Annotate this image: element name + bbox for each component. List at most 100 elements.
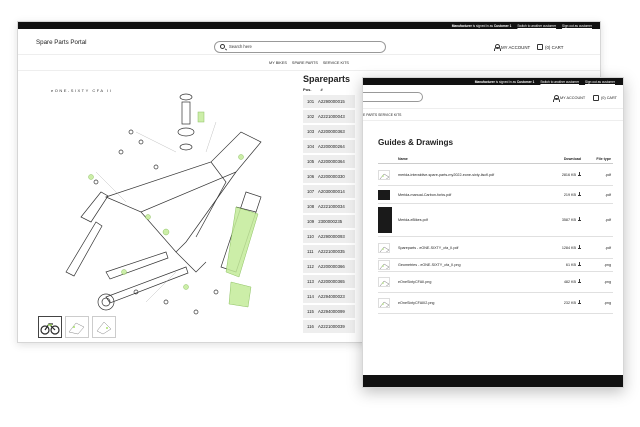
- cart-icon: [593, 95, 599, 101]
- part-position: 109: [307, 219, 315, 224]
- file-name[interactable]: eOneSixtyCFAII.png: [398, 280, 553, 284]
- file-type: .pdf: [604, 218, 611, 222]
- logo[interactable]: Spare Parts Portal: [36, 39, 87, 46]
- table-row[interactable]: 105 A2200000364: [303, 155, 355, 168]
- col-num: #: [320, 87, 323, 92]
- table-row[interactable]: 101 A2290000015: [303, 95, 355, 108]
- table-row[interactable]: 103 A2200000363: [303, 125, 355, 138]
- table-row[interactable]: 106 A2200000330: [303, 170, 355, 183]
- file-row[interactable]: Merida-manual-Carbon-forks.pdf 219 KB .pd…: [378, 186, 613, 204]
- file-type: .pdf: [604, 172, 611, 177]
- nav-spare-parts[interactable]: SPARE PARTS: [292, 61, 318, 65]
- drawing-thumb-icon: [96, 321, 112, 335]
- download-link[interactable]: 61 KB: [553, 262, 585, 267]
- search-input[interactable]: Search here: [214, 41, 386, 53]
- cart-link[interactable]: (0) CART: [537, 44, 563, 50]
- account-label: MY ACCOUNT: [501, 44, 531, 50]
- part-number: A2030000014: [317, 189, 345, 194]
- part-number: A2200000364: [317, 159, 345, 164]
- part-position: 110: [307, 234, 314, 239]
- file-size: 61 KB: [565, 263, 576, 267]
- file-row[interactable]: Merida-eBikes.pdf 3587 KB .pdf: [378, 204, 613, 237]
- part-position: 108: [307, 204, 315, 209]
- table-row[interactable]: 112 A2200000366: [303, 260, 355, 273]
- file-row[interactable]: eOneSixtyCFAIII2.png 232 KB .png: [378, 293, 613, 314]
- signed-in-text: is signed in as: [495, 79, 516, 84]
- table-header: Name Download File type: [378, 155, 613, 164]
- switch-customer-link[interactable]: Switch to another customer: [540, 80, 579, 84]
- file-name[interactable]: Merida-manual-Carbon-forks.pdf: [398, 193, 553, 197]
- main-nav[interactable]: E PARTS SERVICE KITS: [363, 109, 623, 121]
- table-row[interactable]: 104 A2200000264: [303, 140, 355, 153]
- cart-icon: [537, 44, 543, 50]
- part-number: A2221000034: [317, 204, 345, 209]
- file-row[interactable]: Spareparts - eONE-SIXTY_cfa_II.pdf 1284 K…: [378, 237, 613, 259]
- download-link[interactable]: 219 KB: [553, 191, 585, 197]
- sign-out-link[interactable]: Sign out as customer: [562, 24, 592, 28]
- part-number: A2200000363: [317, 129, 345, 134]
- file-row[interactable]: eOneSixtyCFAII.png 482 KB .png: [378, 272, 613, 293]
- nav-text[interactable]: E PARTS SERVICE KITS: [363, 113, 401, 117]
- search-input[interactable]: [363, 92, 423, 102]
- table-row[interactable]: 110 A2290000093: [303, 230, 355, 243]
- customer-label: Customer 1: [493, 23, 512, 28]
- nav-my-bikes[interactable]: MY BIKES: [269, 61, 287, 65]
- signed-in-text: is signed in as: [472, 23, 493, 28]
- table-row[interactable]: 111 A2221000035: [303, 245, 355, 258]
- thumbnail-bike-photo[interactable]: [38, 316, 62, 338]
- bike-drawing-icon: [378, 298, 390, 308]
- footer: [363, 375, 623, 387]
- table-row[interactable]: 109 2300000235: [303, 215, 355, 228]
- part-number: 2300000235: [318, 219, 343, 224]
- cart-link[interactable]: (0) CART: [593, 95, 617, 101]
- nav-service-kits[interactable]: SERVICE KITS: [323, 61, 349, 65]
- part-number: A2200000366: [317, 264, 345, 269]
- thumbnail-exploded-1[interactable]: [65, 316, 89, 338]
- search-placeholder: Search here: [229, 44, 252, 49]
- download-link[interactable]: 232 KB: [553, 300, 585, 305]
- download-icon: [578, 300, 581, 304]
- download-icon: [578, 191, 581, 196]
- image-thumbnails: [38, 316, 116, 338]
- cart-label: (0) CART: [601, 96, 617, 100]
- file-row[interactable]: merida-interaktive-spare-parts-my2022-eo…: [378, 164, 613, 186]
- table-row[interactable]: 116 A2221000039: [303, 320, 355, 333]
- download-link[interactable]: 482 KB: [553, 279, 585, 284]
- exploded-view-drawing[interactable]: [36, 72, 298, 334]
- table-row[interactable]: 102 A2221000043: [303, 110, 355, 123]
- download-icon: [578, 279, 581, 283]
- table-row[interactable]: 108 A2221000034: [303, 200, 355, 213]
- col-name: Name: [398, 157, 408, 161]
- account-link[interactable]: MY ACCOUNT: [494, 44, 531, 51]
- account-link[interactable]: MY ACCOUNT: [553, 95, 585, 102]
- thumbnail-exploded-2[interactable]: [92, 316, 116, 338]
- part-position: 106: [307, 174, 315, 179]
- table-row[interactable]: 113 A2200000365: [303, 275, 355, 288]
- part-position: 114: [307, 294, 314, 299]
- file-name[interactable]: merida-interaktive-spare-parts-my2022-eo…: [398, 173, 553, 177]
- file-name[interactable]: Spareparts - eONE-SIXTY_cfa_II.pdf: [398, 246, 553, 250]
- download-icon: [578, 217, 581, 221]
- download-link[interactable]: 2816 KB: [553, 171, 585, 177]
- file-name[interactable]: Merida-eBikes.pdf: [398, 218, 553, 222]
- table-row[interactable]: 115 A2294000099: [303, 305, 355, 318]
- switch-customer-link[interactable]: Switch to another customer: [517, 24, 556, 28]
- bike-drawing-icon: [378, 277, 390, 287]
- file-type: .pdf: [604, 192, 611, 197]
- part-number: A2290000015: [317, 99, 345, 104]
- table-row[interactable]: 114 A2294000023: [303, 290, 355, 303]
- download-link[interactable]: 1284 KB: [553, 244, 585, 250]
- table-row[interactable]: 107 A2030000014: [303, 185, 355, 198]
- file-name[interactable]: Geometries - eONE-SIXTY_cfa_II.png: [398, 263, 553, 267]
- guides-window: Manufacturer is signed in as Customer 1 …: [362, 77, 624, 388]
- col-filetype: File type: [596, 157, 611, 161]
- cart-label: (0) CART: [545, 44, 564, 50]
- user-icon: [553, 95, 560, 102]
- col-pos: Pos.: [303, 87, 312, 92]
- file-type: .png: [603, 263, 611, 267]
- download-link[interactable]: 3587 KB: [553, 217, 585, 222]
- sign-out-link[interactable]: Sign out as customer: [585, 80, 615, 84]
- file-row[interactable]: Geometries - eONE-SIXTY_cfa_II.png 61 KB …: [378, 259, 613, 272]
- part-position: 104: [307, 144, 315, 149]
- file-name[interactable]: eOneSixtyCFAIII2.png: [398, 301, 553, 305]
